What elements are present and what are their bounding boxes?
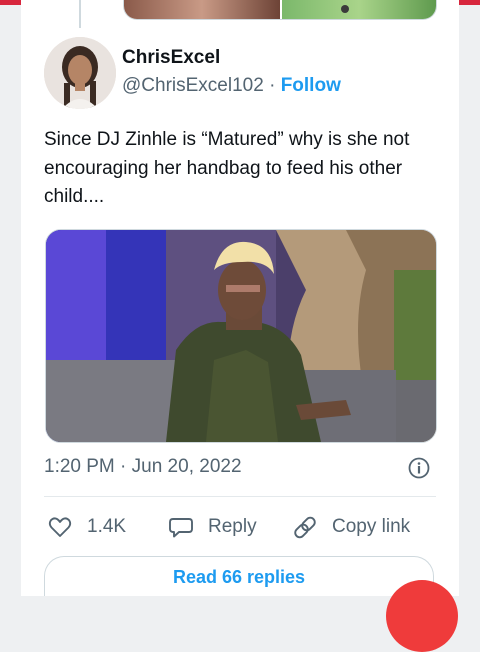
speech-bubble-icon	[169, 518, 193, 538]
previous-media-image-1	[124, 0, 280, 19]
thread-connector-line	[79, 0, 81, 28]
reply-label: Reply	[208, 516, 257, 537]
media-photo	[46, 230, 436, 442]
read-replies-button[interactable]: Read 66 replies	[44, 556, 434, 596]
tweet-card: ChrisExcel @ChrisExcel102 · Follow Since…	[21, 0, 459, 596]
previous-media-image-2	[282, 0, 436, 19]
author-name[interactable]: ChrisExcel	[122, 47, 220, 69]
like-count: 1.4K	[87, 516, 127, 537]
info-icon[interactable]	[407, 456, 431, 480]
avatar-image	[44, 37, 116, 109]
copy-link-label: Copy link	[332, 516, 411, 537]
tweet-text: Since DJ Zinhle is “Matured” why is she …	[44, 129, 410, 207]
author-handle-row: @ChrisExcel102 · Follow	[122, 75, 341, 97]
tweet-timestamp[interactable]: 1:20 PM · Jun 20, 2022	[44, 456, 242, 478]
handle-separator: ·	[269, 75, 276, 96]
divider	[44, 496, 436, 497]
heart-icon	[48, 517, 72, 537]
reply-button[interactable]: Reply	[168, 512, 257, 542]
like-button[interactable]: 1.4K	[47, 512, 126, 542]
previous-media-detail	[341, 5, 349, 13]
floating-action-button[interactable]	[386, 580, 458, 652]
link-icon	[294, 516, 316, 539]
follow-button[interactable]: Follow	[281, 75, 341, 96]
copy-link-button[interactable]: Copy link	[292, 512, 410, 542]
previous-tweet-media[interactable]	[123, 0, 437, 20]
tweet-media-image[interactable]	[45, 229, 437, 443]
author-handle[interactable]: @ChrisExcel102	[122, 75, 264, 96]
avatar[interactable]	[44, 37, 116, 109]
